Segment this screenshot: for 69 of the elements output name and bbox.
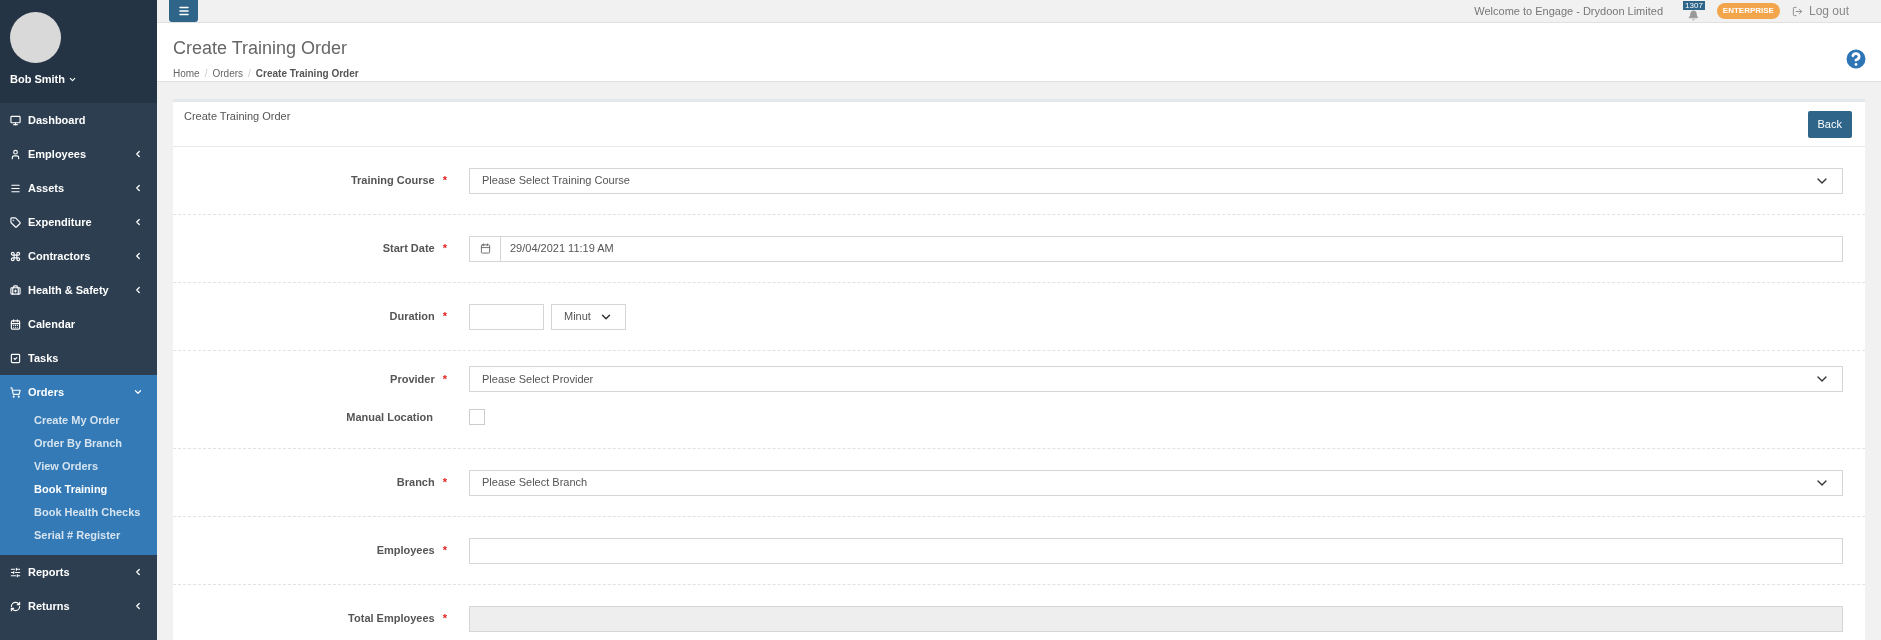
sliders-icon — [10, 566, 21, 578]
refresh-icon — [10, 600, 21, 612]
sidebar-item[interactable]: Dashboard — [0, 103, 157, 137]
sidebar-item[interactable]: Calendar — [0, 307, 157, 341]
breadcrumb-link[interactable]: Create Training Order — [255, 66, 359, 81]
sidebar-item[interactable]: Contractors — [0, 239, 157, 273]
checkbox-icon — [10, 352, 21, 364]
field-label: Start Date — [382, 241, 435, 257]
user-icon — [10, 148, 21, 160]
select-field[interactable]: Please Select Training Course — [469, 167, 1843, 194]
user-menu[interactable]: Bob Smith — [10, 71, 157, 88]
select-field[interactable]: Please Select Provider — [469, 366, 1843, 392]
checkbox[interactable] — [469, 409, 485, 425]
menu-icon — [177, 5, 190, 17]
field-label: Manual Location — [346, 410, 433, 425]
field-label: Provider — [390, 371, 435, 387]
required-mark: * — [442, 173, 447, 189]
required-mark: * — [442, 543, 447, 559]
avatar-placeholder — [10, 12, 61, 63]
field-label: Branch — [396, 475, 435, 491]
submenu-item[interactable]: Order By Branch — [0, 432, 157, 455]
panel-title: Create Training Order — [184, 109, 291, 124]
field-label: Total Employees — [348, 611, 435, 627]
calendar-icon — [10, 318, 21, 330]
medical-kit-icon — [10, 284, 21, 296]
plan-badge: ENTERPRISE — [1716, 3, 1780, 19]
bell-icon[interactable] — [1688, 10, 1700, 21]
menu-toggle-button[interactable] — [169, 0, 198, 22]
input-field[interactable] — [469, 537, 1843, 564]
select-field[interactable]: Please Select Branch — [469, 469, 1843, 496]
knot-icon — [10, 250, 21, 262]
sidebar-item[interactable]: Expenditure — [0, 205, 157, 239]
required-mark: * — [442, 475, 447, 491]
sidebar-item[interactable]: Employees — [0, 137, 157, 171]
welcome-text: Welcome to Engage - Drydoon Limited — [1474, 3, 1664, 19]
sidebar-item[interactable]: Tasks — [0, 341, 157, 375]
sidebar-item[interactable]: Health & Safety — [0, 273, 157, 307]
field-label: Employees — [376, 543, 435, 559]
calendar-icon — [479, 243, 491, 254]
required-mark: * — [442, 611, 447, 627]
field-label: Duration — [389, 309, 435, 325]
breadcrumb-link[interactable]: Home — [173, 66, 200, 81]
required-mark: * — [442, 371, 447, 387]
field-label: Training Course — [350, 173, 435, 189]
back-button[interactable]: Back — [1807, 111, 1852, 138]
notification-count: 1307 — [1683, 1, 1705, 10]
monitor-icon — [10, 114, 21, 126]
breadcrumb-link[interactable]: Orders — [212, 66, 244, 81]
tag-icon — [10, 216, 21, 228]
duration-field[interactable] — [469, 303, 544, 330]
submenu-item[interactable]: Create My Order — [0, 409, 157, 432]
sidebar-item[interactable]: Returns — [0, 589, 157, 623]
sidebar-item[interactable]: Assets — [0, 171, 157, 205]
required-mark: * — [442, 241, 447, 257]
cart-icon — [10, 386, 21, 398]
list-icon — [10, 182, 21, 194]
breadcrumb-separator: / — [204, 67, 208, 81]
page-title: Create Training Order — [173, 37, 349, 59]
date-field[interactable]: 29/04/2021 11:19 AM — [501, 235, 1843, 262]
submenu-item[interactable]: Book Training — [0, 478, 157, 501]
breadcrumb-separator: / — [248, 67, 251, 81]
submenu-item[interactable]: View Orders — [0, 455, 157, 478]
submenu-item[interactable]: Serial # Register — [0, 524, 157, 547]
unit-select[interactable]: Minut — [551, 303, 626, 330]
submenu-item[interactable]: Book Health Checks — [0, 501, 157, 524]
sidebar-item[interactable]: Reports — [0, 555, 157, 589]
help-icon[interactable] — [1843, 46, 1869, 72]
required-mark: * — [442, 309, 447, 325]
logout-icon — [1791, 5, 1803, 17]
